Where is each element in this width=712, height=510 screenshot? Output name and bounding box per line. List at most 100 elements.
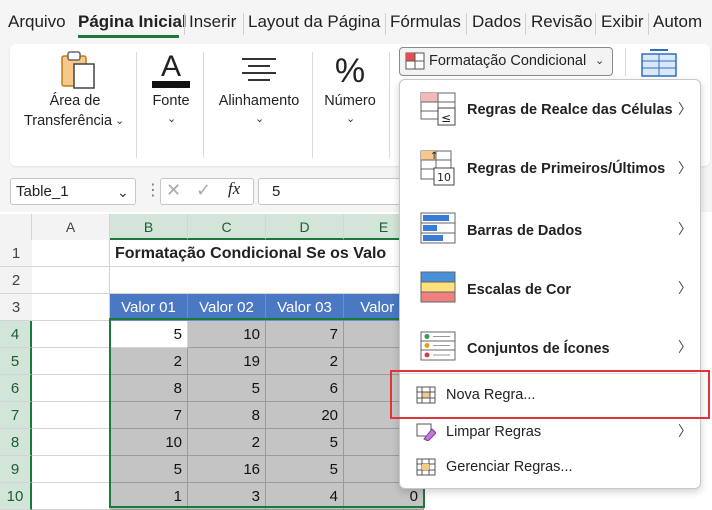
group-separator [203,52,204,158]
clipboard-label-1: Área de [49,93,101,109]
sheet-cell[interactable] [32,294,110,321]
clipboard-label-2: Transferência [23,113,113,129]
table-cell[interactable]: 7 [110,402,188,429]
ribbon-tabs: Arquivo Página Inicial Inserir Layout da… [0,0,712,44]
conditional-formatting-label: Formatação Condicional [429,53,587,69]
table-header-cell[interactable]: Valor 03 [266,294,344,321]
highlight-cells-rules-icon: ≤ [420,92,456,126]
active-tab-indicator [78,35,179,38]
svg-text:10: 10 [437,171,451,184]
table-cell[interactable]: 2 [188,429,266,456]
svg-text:A: A [161,50,181,83]
menu-item-clear-rules[interactable] [400,416,698,450]
conditional-formatting-icon [405,52,425,70]
table-cell[interactable]: 5 [110,321,188,348]
tab-separator [243,13,244,35]
table-cell[interactable]: 8 [188,402,266,429]
sheet-cell[interactable] [32,348,110,375]
formula-input[interactable] [258,178,408,205]
chevron-down-icon: ⌄ [115,115,125,127]
sheet-title-cell[interactable]: Formatação Condicional Se os Valo [115,240,386,267]
more-options-icon[interactable]: ⋮ [145,180,161,200]
chevron-down-icon: ⌄ [346,113,356,125]
data-bars-icon [420,212,456,244]
menu-item-label: Barras de Dados [467,223,583,239]
row-header[interactable]: 3 [0,294,32,321]
tab-dados[interactable]: Dados [472,12,521,32]
tab-revisao[interactable]: Revisão [531,12,592,32]
chevron-right-icon: 〉 [678,101,692,117]
row-header[interactable]: 7 [0,402,32,429]
table-cell[interactable]: 6 [266,375,344,402]
column-header-d[interactable]: D [266,214,344,240]
number-label: Número [324,93,376,109]
table-cell[interactable]: 16 [188,456,266,483]
tab-separator [595,13,596,35]
clear-rules-icon [416,423,436,441]
table-cell[interactable]: 2 [266,348,344,375]
menu-item-label: Regras de Primeiros/Últimos [467,161,666,177]
sheet-cell[interactable] [32,321,110,348]
menu-item-label: Regras de Realce das Células [467,102,673,118]
column-header-c[interactable]: C [188,214,266,240]
row-header[interactable]: 4 [0,321,32,348]
tab-formulas[interactable]: Fórmulas [390,12,461,32]
table-cell[interactable]: 7 [266,321,344,348]
table-cell[interactable]: 10 [110,429,188,456]
insert-function-icon[interactable]: fx [228,179,240,199]
table-cell[interactable]: 10 [188,321,266,348]
row-header[interactable]: 1 [0,240,32,267]
enter-icon[interactable]: ✓ [196,180,211,201]
svg-text:%: % [335,52,365,88]
tab-automatizar[interactable]: Autom [653,12,702,32]
table-cell[interactable]: 5 [188,375,266,402]
chevron-right-icon: 〉 [678,339,692,355]
chevron-down-icon: ⌄ [595,55,605,67]
chevron-down-icon: ⌄ [255,113,265,125]
cancel-icon[interactable]: ✕ [166,180,181,201]
chevron-down-icon[interactable]: ⌄ [117,184,129,201]
chevron-down-icon: ⌄ [167,113,177,125]
column-header-a[interactable]: A [32,214,110,240]
font-color-icon: A [152,50,190,88]
sheet-cell[interactable] [32,267,110,294]
chevron-right-icon: 〉 [678,423,692,439]
table-cell[interactable]: 5 [266,429,344,456]
tab-inserir[interactable]: Inserir [189,12,236,32]
table-cell[interactable]: 19 [188,348,266,375]
tab-separator [385,13,386,35]
sheet-cell[interactable] [110,267,424,294]
tab-exibir[interactable]: Exibir [601,12,644,32]
sheet-cell[interactable] [32,240,110,267]
formula-value: 5 [272,183,281,200]
format-as-table-icon[interactable] [640,48,680,78]
tab-layout[interactable]: Layout da Página [248,12,380,32]
tab-pagina-inicial[interactable]: Página Inicial [78,12,187,32]
sheet-cell[interactable] [32,456,110,483]
row-header[interactable]: 2 [0,267,32,294]
row-header[interactable]: 6 [0,375,32,402]
chevron-right-icon: 〉 [678,280,692,296]
menu-item-label: Escalas de Cor [467,282,571,298]
sheet-cell[interactable] [32,375,110,402]
row-header[interactable]: 9 [0,456,32,483]
row-header[interactable]: 5 [0,348,32,375]
clipboard-icon [61,51,95,89]
sheet-cell[interactable] [32,429,110,456]
table-header-cell[interactable]: Valor 02 [188,294,266,321]
top-bottom-rules-icon: ↑ 10 [420,150,455,186]
select-all-corner[interactable] [0,214,32,240]
table-cell[interactable]: 5 [110,456,188,483]
table-header-cell[interactable]: Valor 01 [110,294,188,321]
column-header-b[interactable]: B [110,214,188,240]
table-cell[interactable]: 2 [110,348,188,375]
row-header[interactable]: 8 [0,429,32,456]
table-cell[interactable]: 8 [110,375,188,402]
alignment-label: Alinhamento [218,93,300,109]
tab-arquivo[interactable]: Arquivo [8,12,66,32]
sheet-cell[interactable] [32,402,110,429]
table-cell[interactable]: 5 [266,456,344,483]
tab-separator [525,13,526,35]
table-cell[interactable]: 20 [266,402,344,429]
tab-separator [648,13,649,35]
